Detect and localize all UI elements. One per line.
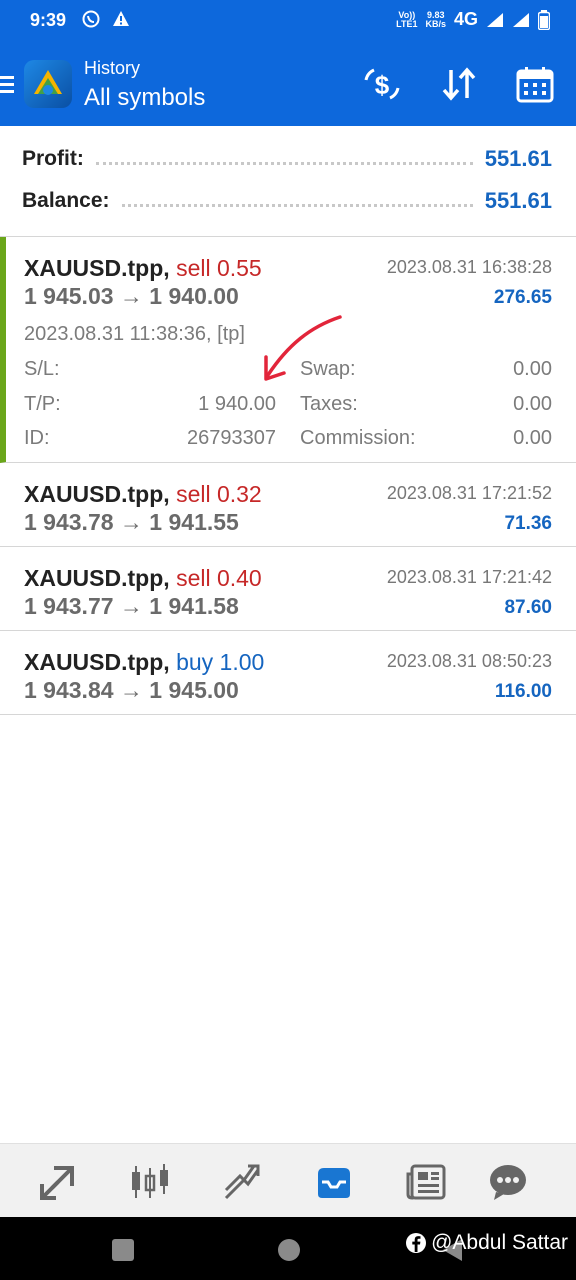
sl-label: S/L: <box>24 358 60 380</box>
commission-value: 0.00 <box>513 427 552 449</box>
warning-icon <box>113 11 129 26</box>
system-navigation-bar: @Abdul Sattar <box>0 1217 576 1280</box>
profit-value: 551.61 <box>484 146 552 171</box>
news-icon[interactable] <box>406 1162 446 1202</box>
deal-profit: 87.60 <box>504 597 552 618</box>
deal-symbol: XAUUSD.tpp, <box>24 255 170 281</box>
deal-prices: 1 943.77 → 1 941.58 <box>24 593 239 619</box>
balance-row: Balance: 551.61 <box>22 186 552 216</box>
account-summary: Profit: 551.61 Balance: 551.61 <box>0 126 576 237</box>
deal-time: 2023.08.31 08:50:23 <box>386 651 552 671</box>
deal-symbol: XAUUSD.tpp, <box>24 565 170 591</box>
facebook-icon <box>406 1233 427 1253</box>
deal-time: 2023.08.31 16:38:28 <box>386 257 552 277</box>
net-speed: 9.83 KB/s <box>425 9 446 29</box>
dotted-leader <box>121 196 473 207</box>
balance-value: 551.61 <box>484 188 552 213</box>
sort-arrows-icon[interactable] <box>440 66 478 102</box>
deal-side: sell 0.32 <box>176 481 262 507</box>
screen-title[interactable]: All symbols <box>84 84 205 112</box>
deal-symbol: XAUUSD.tpp, <box>24 649 170 675</box>
trade-icon[interactable] <box>222 1162 262 1202</box>
deal-side: sell 0.55 <box>176 255 262 281</box>
id-value: 26793307 <box>187 427 276 449</box>
swap-value: 0.00 <box>513 358 552 380</box>
deal-profit: 71.36 <box>504 513 552 534</box>
messages-icon[interactable] <box>488 1162 528 1202</box>
deal-side: sell 0.40 <box>176 565 262 591</box>
status-time: 9:39 <box>30 10 67 30</box>
chart-candles-icon[interactable] <box>130 1162 170 1202</box>
calendar-icon[interactable] <box>516 66 554 104</box>
profit-label: Profit: <box>22 147 84 170</box>
deal-prices: 1 943.78 → 1 941.55 <box>24 509 239 535</box>
deal-row-expanded[interactable]: XAUUSD.tpp, sell 0.55 2023.08.31 16:38:2… <box>0 237 576 463</box>
battery-icon <box>538 9 550 30</box>
commission-label: Commission: <box>300 427 416 449</box>
deposit-dollar-icon[interactable]: $ <box>362 66 402 102</box>
status-bar: 9:39 Vo)) LTE1 9.83 KB/s 4G <box>0 0 576 40</box>
profit-row: Profit: 551.61 <box>22 144 552 174</box>
deal-row[interactable]: XAUUSD.tpp, sell 0.40 2023.08.31 17:21:4… <box>0 547 576 631</box>
id-label: ID: <box>24 427 50 449</box>
red-annotation-arrow <box>264 315 342 381</box>
home-button[interactable] <box>278 1239 300 1261</box>
network-type: 4G <box>453 9 478 29</box>
deal-profit: 116.00 <box>494 681 552 702</box>
signal-icon <box>513 12 529 27</box>
taxes-label: Taxes: <box>300 393 358 415</box>
deal-profit: 276.65 <box>493 287 552 308</box>
deal-open-time: 2023.08.31 11:38:36, [tp] <box>24 323 245 345</box>
signal-icon <box>487 12 503 27</box>
tp-label: T/P: <box>24 393 61 415</box>
history-inbox-icon[interactable] <box>314 1162 354 1202</box>
app-bar: History All symbols $ <box>0 40 576 126</box>
quotes-icon[interactable] <box>38 1162 78 1202</box>
deal-prices: 1 943.84 → 1 945.00 <box>24 677 239 703</box>
dotted-leader <box>95 154 473 165</box>
watermark-text: @Abdul Sattar <box>431 1231 568 1254</box>
whatsapp-icon <box>82 10 100 28</box>
screen-subtitle: History <box>84 58 141 78</box>
app-logo[interactable] <box>24 60 72 108</box>
deal-prices: 1 945.03 → 1 940.00 <box>24 283 239 309</box>
tp-value: 1 940.00 <box>198 393 276 415</box>
deal-symbol: XAUUSD.tpp, <box>24 481 170 507</box>
recent-apps-button[interactable] <box>112 1239 134 1261</box>
deal-time: 2023.08.31 17:21:42 <box>386 567 552 587</box>
svg-text:$: $ <box>375 70 390 100</box>
balance-label: Balance: <box>22 189 110 212</box>
deal-row[interactable]: XAUUSD.tpp, buy 1.00 2023.08.31 08:50:23… <box>0 631 576 715</box>
deal-row[interactable]: XAUUSD.tpp, sell 0.32 2023.08.31 17:21:5… <box>0 463 576 547</box>
deal-side: buy 1.00 <box>176 649 265 675</box>
watermark: @Abdul Sattar <box>405 1231 568 1255</box>
bottom-navigation <box>0 1143 576 1218</box>
deal-time: 2023.08.31 17:21:52 <box>386 483 552 503</box>
menu-icon[interactable] <box>0 74 16 94</box>
volte-indicator: Vo)) LTE1 <box>396 9 418 29</box>
taxes-value: 0.00 <box>513 393 552 415</box>
metatrader-logo-icon <box>34 70 62 95</box>
